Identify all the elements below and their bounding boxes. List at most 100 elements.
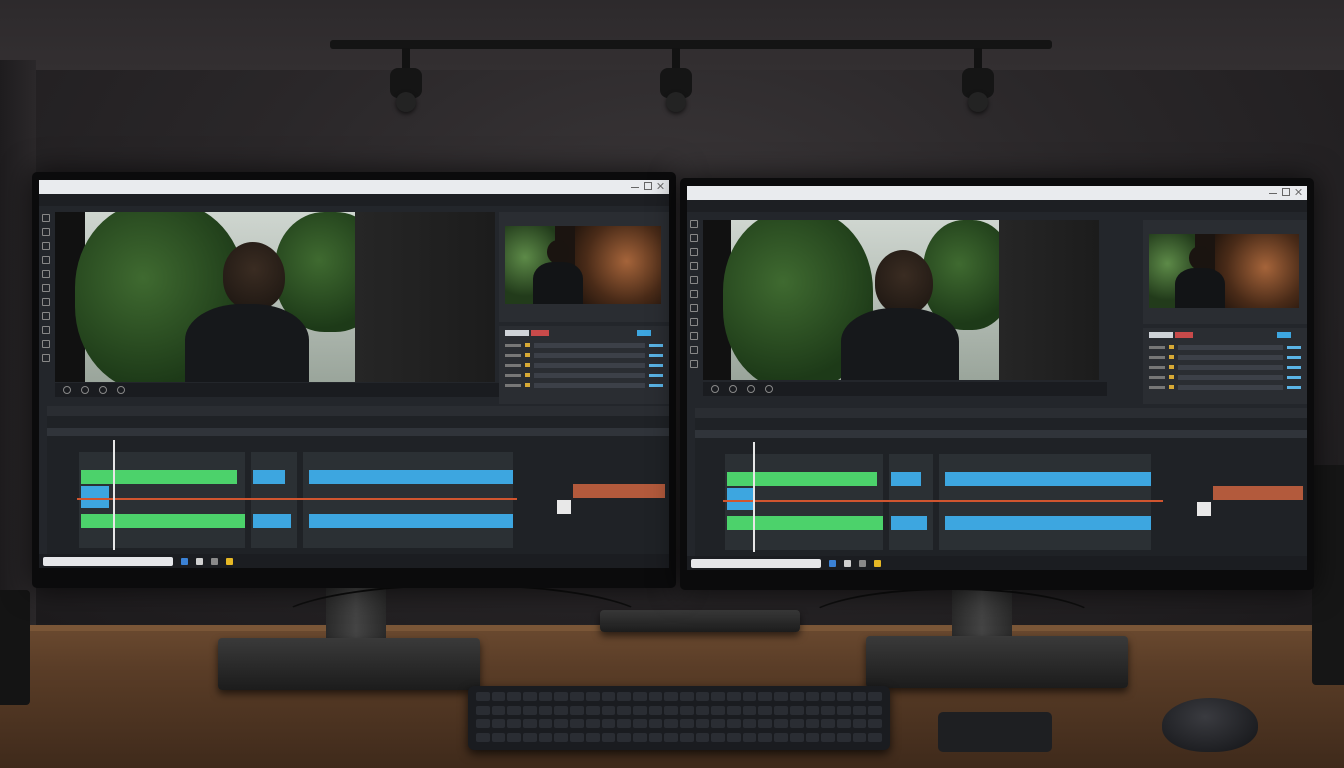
title-bar[interactable] <box>687 186 1307 200</box>
keyboard <box>468 686 890 750</box>
video-clip[interactable] <box>727 472 877 486</box>
taskbar-app-icon[interactable] <box>829 559 836 567</box>
mousepad <box>938 712 1052 752</box>
menu-bar <box>39 194 669 206</box>
audio-clip[interactable] <box>253 514 291 528</box>
tool-icon[interactable] <box>42 340 50 348</box>
video-clip[interactable] <box>81 470 237 484</box>
title-bar[interactable] <box>39 180 669 194</box>
tool-icon[interactable] <box>42 214 50 222</box>
playhead[interactable] <box>753 442 755 552</box>
playhead[interactable] <box>113 440 115 550</box>
cable <box>270 584 654 668</box>
tool-icon[interactable] <box>690 318 698 326</box>
maximize-icon[interactable] <box>644 182 652 190</box>
properties-panel <box>499 326 669 404</box>
menu-bar <box>687 200 1307 212</box>
speaker-right <box>1312 465 1344 685</box>
minimize-icon[interactable] <box>1269 188 1277 194</box>
tool-strip <box>689 216 699 400</box>
audio-clip[interactable] <box>945 516 1151 530</box>
taskbar-app-icon[interactable] <box>844 559 851 567</box>
tool-icon[interactable] <box>690 276 698 284</box>
timeline-panel[interactable] <box>695 408 1307 556</box>
screen-left <box>39 180 669 568</box>
timeline-panel[interactable] <box>47 406 669 554</box>
wall-corner <box>0 60 36 640</box>
spotlight-icon <box>958 48 998 118</box>
tool-icon[interactable] <box>42 270 50 278</box>
spotlight-icon <box>386 48 426 118</box>
playback-icon[interactable] <box>117 386 125 394</box>
audio-meter <box>573 484 665 498</box>
source-panel <box>1143 220 1307 324</box>
program-monitor[interactable] <box>55 212 495 382</box>
audio-clip[interactable] <box>81 486 109 508</box>
taskbar <box>687 556 1307 570</box>
source-preview[interactable] <box>505 226 661 304</box>
source-preview[interactable] <box>1149 234 1299 308</box>
program-monitor[interactable] <box>703 220 1099 380</box>
tool-icon[interactable] <box>690 234 698 242</box>
tool-icon[interactable] <box>690 360 698 368</box>
keyframe-line <box>723 500 1163 502</box>
tool-icon[interactable] <box>42 228 50 236</box>
tool-icon[interactable] <box>42 312 50 320</box>
audio-meter <box>1213 486 1303 500</box>
video-clip[interactable] <box>727 516 883 530</box>
video-clip[interactable] <box>81 514 245 528</box>
monitor-right <box>680 178 1314 590</box>
tool-icon[interactable] <box>690 304 698 312</box>
playback-icon[interactable] <box>765 385 773 393</box>
playback-icon[interactable] <box>81 386 89 394</box>
tool-icon[interactable] <box>690 220 698 228</box>
tool-icon[interactable] <box>42 284 50 292</box>
tool-icon[interactable] <box>690 290 698 298</box>
tool-icon[interactable] <box>690 248 698 256</box>
audio-clip[interactable] <box>727 488 755 510</box>
taskbar-app-icon[interactable] <box>226 557 233 565</box>
tool-icon[interactable] <box>42 326 50 334</box>
transport-bar <box>703 382 1107 396</box>
tool-icon[interactable] <box>690 332 698 340</box>
marker <box>1197 502 1211 516</box>
transport-bar <box>55 383 503 397</box>
tool-icon[interactable] <box>690 346 698 354</box>
playback-icon[interactable] <box>711 385 719 393</box>
taskbar-app-icon[interactable] <box>211 557 218 565</box>
taskbar-app-icon[interactable] <box>874 559 881 567</box>
audio-clip[interactable] <box>891 472 921 486</box>
audio-clip[interactable] <box>253 470 285 484</box>
playback-icon[interactable] <box>729 385 737 393</box>
keyframe-line <box>77 498 517 500</box>
taskbar-app-icon[interactable] <box>196 557 203 565</box>
taskbar <box>39 554 669 568</box>
taskbar-app-icon[interactable] <box>181 557 188 565</box>
playback-icon[interactable] <box>99 386 107 394</box>
speaker-left <box>0 590 30 705</box>
audio-clip[interactable] <box>309 470 513 484</box>
playback-icon[interactable] <box>63 386 71 394</box>
source-panel <box>499 212 669 322</box>
close-icon[interactable] <box>657 182 665 190</box>
tool-icon[interactable] <box>42 242 50 250</box>
tool-icon[interactable] <box>690 262 698 270</box>
tool-icon[interactable] <box>42 256 50 264</box>
close-icon[interactable] <box>1295 188 1303 196</box>
mouse <box>1162 698 1258 752</box>
audio-clip[interactable] <box>891 516 927 530</box>
tool-icon[interactable] <box>42 354 50 362</box>
taskbar-search[interactable] <box>691 558 821 568</box>
marker <box>557 500 571 514</box>
playback-icon[interactable] <box>747 385 755 393</box>
taskbar-search[interactable] <box>43 556 173 566</box>
tool-strip <box>41 210 51 394</box>
tool-icon[interactable] <box>42 298 50 306</box>
audio-clip[interactable] <box>945 472 1151 486</box>
taskbar-app-icon[interactable] <box>859 559 866 567</box>
minimize-icon[interactable] <box>631 182 639 188</box>
monitor-left <box>32 172 676 588</box>
screen-right <box>687 186 1307 570</box>
audio-clip[interactable] <box>309 514 513 528</box>
maximize-icon[interactable] <box>1282 188 1290 196</box>
